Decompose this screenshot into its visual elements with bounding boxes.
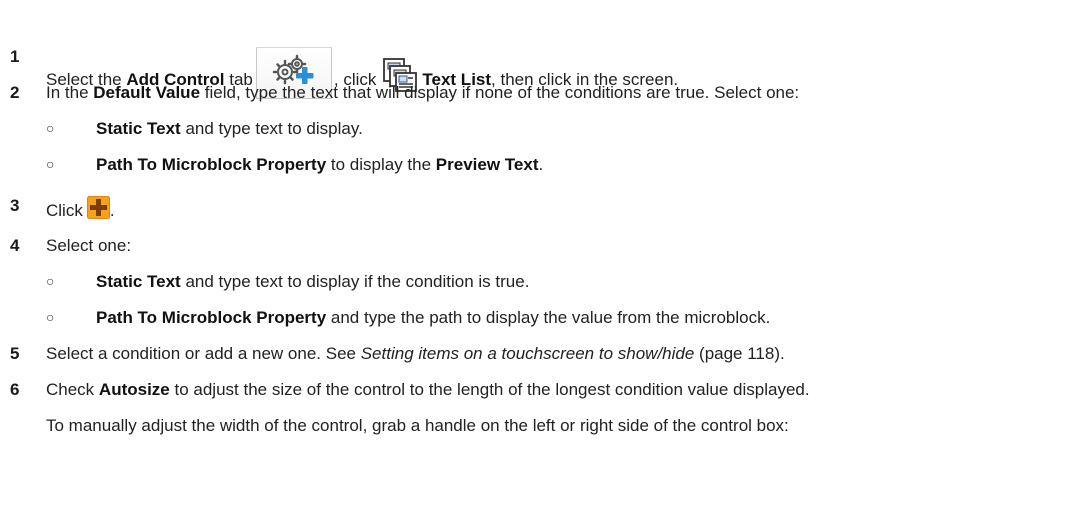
step-number: 4	[10, 236, 20, 255]
step-number: 1	[10, 47, 20, 66]
ui-term: Static Text	[96, 272, 181, 291]
option-text: Static Text and type text to display if …	[96, 272, 530, 291]
step-text: In the Default Value field, type the tex…	[46, 83, 800, 102]
ui-term: Path To Microblock Property	[96, 155, 327, 174]
bullet-icon: ○	[46, 309, 55, 325]
option-text: Path To Microblock Property and type the…	[96, 308, 771, 327]
add-plus-icon	[86, 196, 110, 219]
ui-term: Path To Microblock Property	[96, 308, 327, 327]
step-text: Click .	[46, 196, 115, 221]
step-text: Check Autosize to adjust the size of the…	[46, 380, 810, 399]
step-number: 5	[10, 344, 20, 363]
ui-term: Preview Text	[435, 155, 539, 174]
ui-term: Static Text	[96, 119, 181, 138]
option-text: Path To Microblock Property to display t…	[96, 155, 544, 174]
option-text: Static Text and type text to display.	[96, 119, 363, 138]
ui-term: Autosize	[98, 380, 170, 399]
step-number: 6	[10, 380, 20, 399]
step-number: 2	[10, 83, 20, 102]
bullet-icon: ○	[46, 156, 55, 172]
step-text: Select one:	[46, 236, 132, 255]
cross-reference-link[interactable]: Setting items on a touchscreen to show/h…	[361, 344, 695, 363]
ui-term: Default Value	[93, 83, 201, 102]
bullet-icon: ○	[46, 120, 55, 136]
bullet-icon: ○	[46, 273, 55, 289]
step-number: 3	[10, 196, 20, 215]
step-text: Select a condition or add a new one. See…	[46, 344, 785, 363]
step-text: To manually adjust the width of the cont…	[46, 416, 789, 435]
